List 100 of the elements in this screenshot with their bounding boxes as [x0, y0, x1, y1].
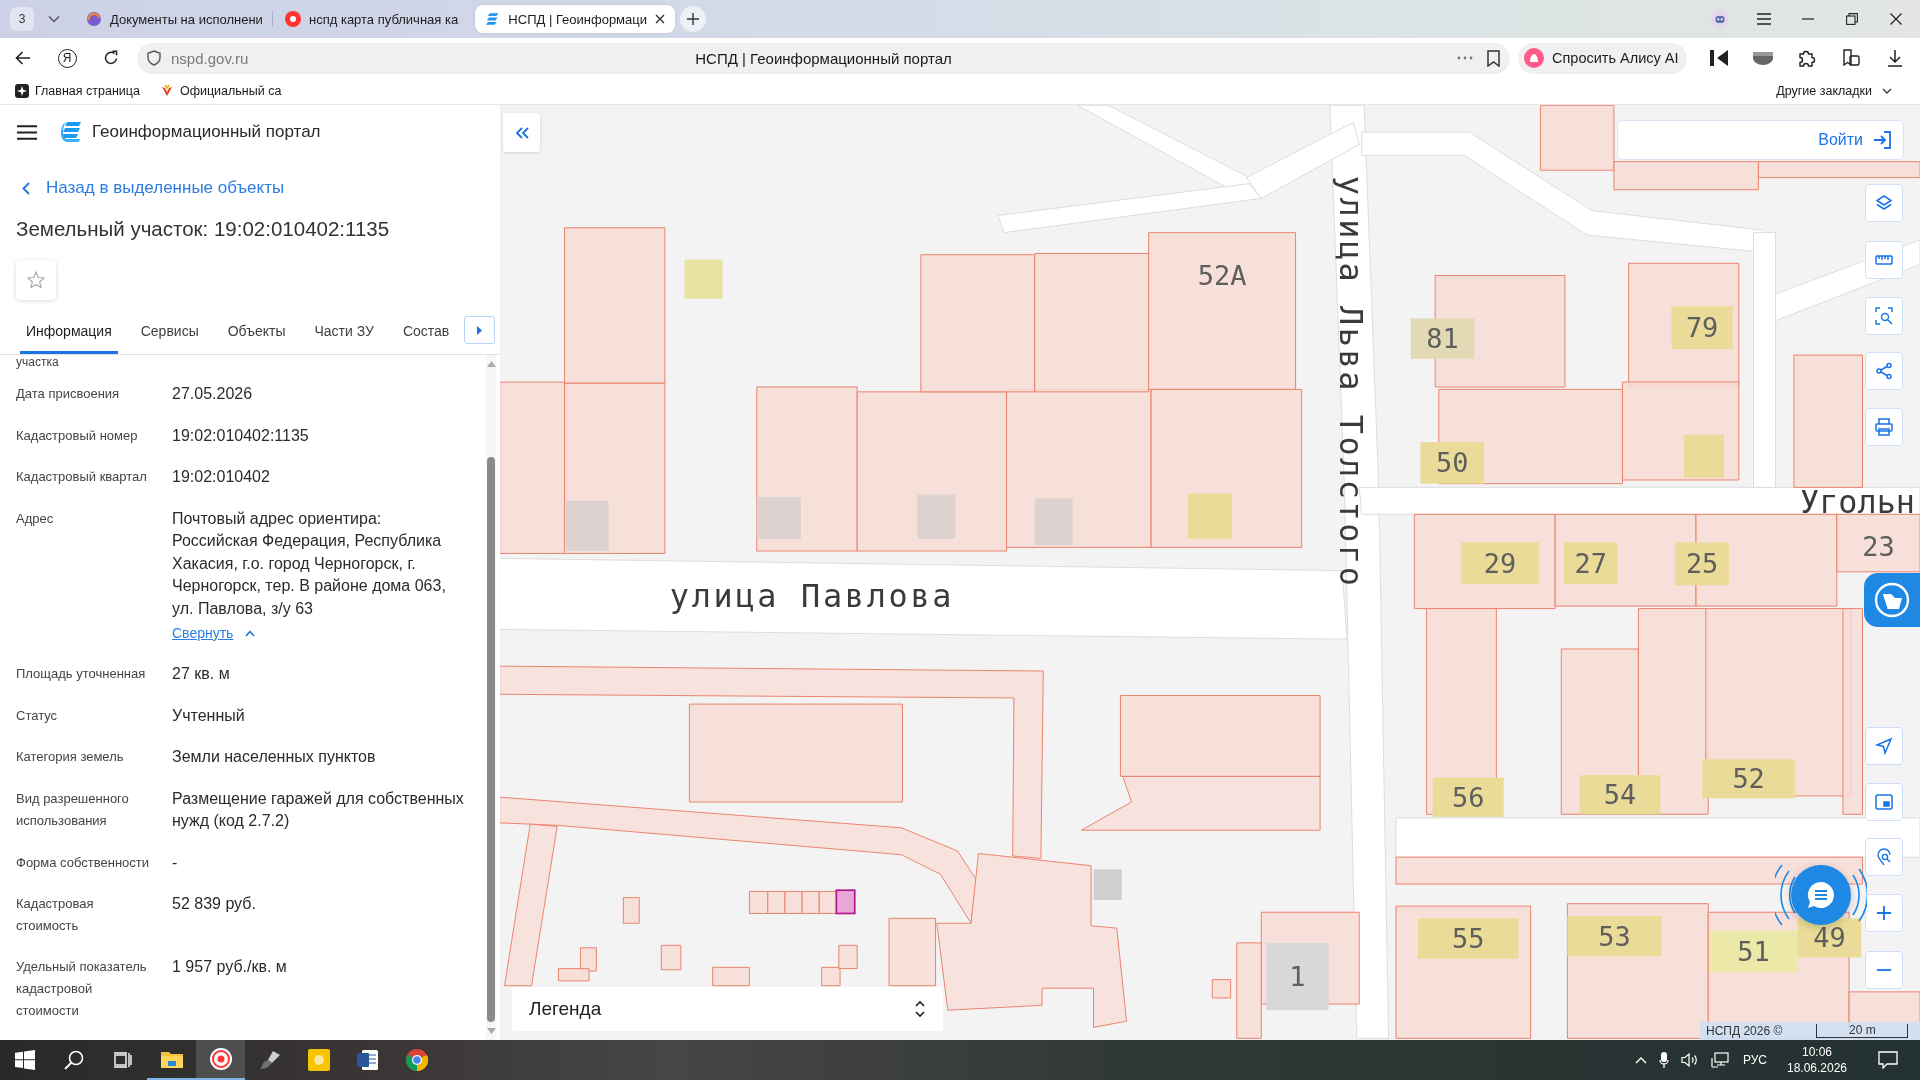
field-value: -	[172, 852, 178, 873]
selected-parcel[interactable]	[835, 889, 856, 915]
house-number: 55	[1452, 923, 1485, 955]
street-name: Угольн	[1800, 483, 1916, 522]
browser-tab[interactable]: нспд карта публичная ка	[273, 5, 475, 33]
home-button[interactable]: Я	[45, 42, 89, 74]
menu-icon[interactable]	[17, 124, 37, 140]
scroll-up-icon[interactable]	[486, 361, 496, 367]
address-field[interactable]: nspd.gov.ru НСПД | Геоинформационный портал	[137, 42, 1510, 74]
house-number: 81	[1426, 323, 1459, 355]
task-view-icon	[113, 1052, 132, 1068]
collapse-link[interactable]: Свернуть	[172, 622, 256, 644]
chevron-down-icon	[48, 15, 60, 23]
bookmark-link[interactable]: Главная страница	[15, 84, 140, 98]
ask-alice-button[interactable]: Спросить Алису AI	[1518, 42, 1687, 74]
field-value: 52 839 руб.	[172, 894, 256, 914]
new-tab-button[interactable]	[680, 6, 706, 32]
field-value: 19:02:010402:1135	[172, 425, 309, 446]
favorite-button[interactable]	[16, 260, 56, 300]
scrollbar-thumb[interactable]	[487, 457, 495, 1022]
share-button[interactable]	[1865, 352, 1903, 390]
chevron-up-icon	[245, 629, 256, 637]
back-arrow-icon	[15, 51, 31, 65]
house-number: 52	[1732, 763, 1765, 795]
building	[1675, 542, 1730, 586]
field-value: Учтенный	[172, 705, 245, 726]
favicon-icon	[285, 11, 301, 27]
layers-button[interactable]	[1865, 184, 1903, 222]
minimap-button[interactable]	[1865, 783, 1903, 821]
ring-logo-icon	[405, 1049, 428, 1071]
speaker-icon[interactable]	[1680, 1053, 1699, 1067]
folded-sheet-icon	[1873, 581, 1911, 619]
favicon-icon	[86, 11, 102, 27]
street-name: улица Павлова	[669, 577, 952, 616]
area-select-button[interactable]	[1865, 297, 1903, 335]
back-link[interactable]: Назад в выделенные объекты	[22, 173, 285, 203]
building	[1410, 318, 1475, 359]
collapse-panel-button[interactable]	[503, 113, 540, 152]
plus-icon	[1875, 904, 1893, 922]
scroll-down-icon[interactable]	[486, 1028, 496, 1034]
navigation-arrow-icon	[1875, 737, 1893, 755]
close-tab-icon[interactable]	[655, 14, 665, 24]
building	[684, 259, 723, 299]
panel-tab[interactable]: Состав	[396, 311, 456, 354]
house-number: 25	[1685, 548, 1719, 580]
panel-tab[interactable]: Объекты	[221, 311, 292, 354]
input-language[interactable]: РУС	[1742, 1053, 1767, 1067]
browser-logo-icon	[209, 1048, 232, 1070]
building	[1432, 777, 1504, 817]
print-button[interactable]	[1865, 408, 1903, 446]
panel-tab[interactable]: Информация	[20, 311, 118, 354]
house-number: 56	[1452, 781, 1485, 813]
field-label: Кадастровый номер	[16, 426, 139, 445]
house-number: 50	[1436, 447, 1469, 479]
microphone-icon[interactable]	[1658, 1052, 1669, 1068]
bookmark-link[interactable]: Официальный са	[159, 84, 282, 98]
object-title: Земельный участок: 19:02:010402:1135	[16, 217, 390, 241]
field-value: 27.05.2026	[172, 384, 253, 404]
zoom-out-button[interactable]	[1865, 951, 1903, 989]
ruler-button[interactable]	[1865, 241, 1903, 279]
close-icon	[1890, 13, 1902, 25]
browser-tab[interactable]: Документы на исполнени	[74, 5, 273, 33]
house-number: 53	[1598, 920, 1631, 952]
field-label: Дата присвоения	[16, 385, 121, 403]
location-search-button[interactable]	[1865, 838, 1903, 876]
panel-tab[interactable]: Части ЗУ	[308, 311, 380, 354]
field-label: Форма собственности	[16, 853, 151, 872]
land-parcel[interactable]	[818, 890, 837, 914]
chevron-up-icon[interactable]	[1634, 1056, 1647, 1064]
portal-logo-icon	[60, 121, 82, 143]
collections-icon	[1840, 48, 1861, 68]
scrollbar-track[interactable]	[486, 355, 496, 1040]
browser-tab[interactable]: НСПД | Геоинформаци	[475, 5, 675, 33]
clock[interactable]: 10:06 18.06.2026	[1777, 1044, 1857, 1076]
building	[565, 500, 609, 551]
other-bookmarks-button[interactable]: Другие закладки	[1776, 84, 1892, 98]
legend-toggle[interactable]: Легенда	[512, 987, 943, 1031]
panel-tab[interactable]: Сервисы	[134, 311, 205, 354]
house-number: 54	[1603, 779, 1637, 811]
locate-button[interactable]	[1865, 727, 1903, 765]
tab-counter-button[interactable]: 3	[10, 7, 34, 31]
login-icon	[1873, 130, 1893, 150]
login-button[interactable]: Войти	[1818, 130, 1893, 150]
tabs-scroll-button[interactable]	[464, 316, 495, 344]
zoom-in-button[interactable]	[1865, 894, 1903, 932]
more-icon[interactable]	[1457, 56, 1473, 60]
field-label: Удельный показатель кадастровой стоимости	[16, 958, 148, 1020]
brush-icon	[258, 1050, 281, 1070]
building	[1266, 942, 1329, 1011]
side-panel-button[interactable]	[1864, 573, 1920, 627]
scale-bar: 20 m	[1816, 1024, 1909, 1038]
bookmark-icon[interactable]	[1487, 49, 1500, 67]
street-name: улица Льва Толстого	[1331, 175, 1370, 586]
network-icon[interactable]	[1710, 1052, 1729, 1068]
field-label: Статус	[16, 706, 59, 725]
house-number: 23	[1862, 530, 1895, 562]
layers-icon	[1875, 194, 1893, 212]
land-parcel[interactable]	[1836, 513, 1920, 573]
star-icon	[27, 271, 45, 289]
browser-taskbar-button[interactable]	[196, 1040, 245, 1080]
